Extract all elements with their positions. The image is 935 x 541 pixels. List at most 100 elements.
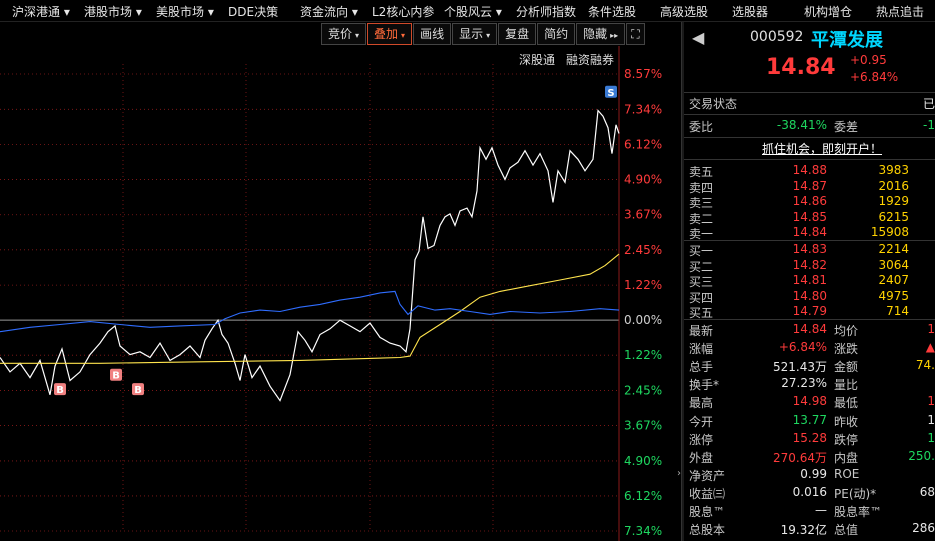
book-price: 14.85 bbox=[792, 209, 827, 224]
book-level-label: 买一 bbox=[689, 244, 714, 258]
stat-value: 1 bbox=[927, 412, 935, 427]
buy-marker-label: B bbox=[56, 385, 64, 396]
book-volume: 1929 bbox=[878, 194, 909, 208]
margin-trading-link[interactable]: 融资融券 bbox=[566, 51, 614, 68]
y-tick-label: 4.90% bbox=[624, 172, 662, 186]
buy-marker-label: B bbox=[134, 385, 142, 396]
menu-item-7[interactable]: 分析师指数 bbox=[516, 3, 576, 20]
stat-label: 内盘 bbox=[834, 450, 859, 465]
book-volume: 15908 bbox=[870, 225, 909, 239]
stat-value: 14.98 bbox=[792, 394, 827, 409]
intraday-chart[interactable]: 8.57% 7.34% 6.12% 4.90% 3.67% 2.45% 1.22% 0.00%… bbox=[0, 46, 681, 541]
y-tick-label: 1.22% bbox=[624, 278, 662, 292]
book-volume: 2016 bbox=[878, 178, 909, 193]
stats-row: 外盘 270.64万 内盘 250. bbox=[684, 449, 935, 467]
stat-label: 跌停 bbox=[834, 432, 859, 447]
stat-label: 净资产 bbox=[689, 468, 726, 483]
y-tick-label: 0.00% bbox=[624, 313, 662, 327]
open-account-promo-link[interactable]: 抓住机会，即刻开户！ bbox=[762, 140, 882, 157]
stats-row: 今开 13.77 昨收 1 bbox=[684, 413, 935, 431]
toolbar-button-5[interactable]: 简约 bbox=[537, 23, 576, 45]
divider bbox=[684, 137, 935, 138]
divider bbox=[684, 114, 935, 115]
divider bbox=[684, 240, 935, 241]
weicha-label: 委差 bbox=[834, 120, 859, 134]
stats-row: 换手* 27.23% 量比 bbox=[684, 376, 935, 394]
stat-label: 股息率™ bbox=[834, 505, 883, 519]
stat-label: 昨收 bbox=[834, 414, 859, 429]
weibi-label: 委比 bbox=[689, 120, 714, 134]
toolbar-button-0[interactable]: 竞价 ▾ bbox=[321, 23, 367, 45]
weibi-row: 委比 -38.41% 委差 -1 bbox=[684, 118, 935, 136]
y-tick-label: 1.22% bbox=[624, 348, 662, 362]
stat-label: ROE bbox=[834, 466, 860, 481]
menu-item-10[interactable]: 选股器 bbox=[732, 3, 768, 20]
expand-panel-arrow-icon[interactable]: › bbox=[677, 468, 685, 482]
y-tick-label: 2.45% bbox=[624, 243, 662, 257]
stat-value: 1 bbox=[927, 394, 935, 409]
stock-name: 平潭发展 bbox=[811, 30, 883, 51]
toolbar-button-1[interactable]: 叠加 ▾ bbox=[367, 23, 413, 45]
toolbar-button-4[interactable]: 复盘 bbox=[498, 23, 537, 45]
stat-value: 68 bbox=[919, 484, 935, 499]
stat-value: 13.77 bbox=[792, 412, 827, 427]
stat-label: PE(动)* bbox=[834, 486, 877, 501]
toolbar-button-label: 叠加 bbox=[374, 27, 399, 41]
toolbar-button-2[interactable]: 画线 bbox=[413, 23, 452, 45]
stat-label: 换手* bbox=[689, 378, 720, 393]
menu-item-9[interactable]: 高级选股 bbox=[660, 3, 708, 20]
stats-row: 总手 521.43万 金额 74. bbox=[684, 358, 935, 376]
stat-label: 金额 bbox=[834, 360, 859, 375]
y-tick-label: 6.12% bbox=[624, 489, 662, 503]
menu-item-11[interactable]: 机构增仓 bbox=[804, 3, 852, 20]
stock-code: 000592 bbox=[750, 29, 804, 45]
book-volume: 3064 bbox=[878, 257, 909, 272]
prev-stock-arrow-icon[interactable]: ◀ bbox=[692, 28, 704, 47]
menu-item-0[interactable]: 沪深港通 ▾ bbox=[12, 3, 70, 20]
y-tick-label: 8.57% bbox=[624, 67, 662, 81]
book-volume: 4975 bbox=[878, 288, 909, 303]
trade-status-label: 交易状态 bbox=[689, 97, 738, 111]
toolbar-button-label: 复盘 bbox=[505, 27, 530, 41]
toolbar-button-label: 显示 bbox=[459, 27, 484, 41]
stat-value: 19.32亿 bbox=[780, 523, 827, 538]
divider bbox=[684, 319, 935, 320]
sell-marker-label: S bbox=[607, 88, 614, 99]
book-price: 14.79 bbox=[792, 304, 827, 318]
book-volume: 2407 bbox=[878, 273, 909, 287]
toolbar-button-3[interactable]: 显示 ▾ bbox=[452, 23, 498, 45]
stat-value: 0.99 bbox=[800, 466, 827, 481]
menu-item-4[interactable]: 资金流向 ▾ bbox=[300, 3, 358, 20]
menu-item-12[interactable]: 热点追击 bbox=[876, 3, 924, 20]
divider bbox=[684, 159, 935, 160]
menu-item-8[interactable]: 条件选股 bbox=[588, 3, 636, 20]
dropdown-arrow-icon: ▾ bbox=[401, 31, 406, 40]
book-price: 14.86 bbox=[792, 194, 827, 208]
book-level-label: 买三 bbox=[689, 275, 714, 289]
stat-value: — bbox=[815, 503, 827, 517]
menu-item-3[interactable]: DDE决策 bbox=[228, 3, 278, 20]
sz-connect-link[interactable]: 深股通 bbox=[519, 51, 555, 68]
stat-value: 74. bbox=[915, 358, 935, 373]
toolbar-button-label: 简约 bbox=[544, 27, 569, 41]
price-series-line bbox=[0, 109, 620, 402]
menu-item-5[interactable]: L2核心内参 bbox=[372, 3, 434, 20]
stats-row: 涨停 15.28 跌停 1 bbox=[684, 431, 935, 449]
book-price: 14.88 bbox=[792, 163, 827, 177]
stat-label: 最新 bbox=[689, 324, 714, 338]
toolbar-button-6[interactable]: 隐藏 ▸▸ bbox=[576, 23, 626, 45]
y-tick-label: 7.34% bbox=[624, 102, 662, 116]
index-series-line bbox=[0, 290, 620, 333]
stat-label: 总值 bbox=[834, 523, 859, 538]
book-price: 14.80 bbox=[792, 288, 827, 303]
dropdown-arrow-icon: ▾ bbox=[486, 31, 491, 40]
book-volume: 6215 bbox=[878, 209, 909, 224]
fullscreen-icon[interactable]: ⛶ bbox=[626, 23, 645, 45]
menu-item-6[interactable]: 个股风云 ▾ bbox=[444, 3, 502, 20]
y-tick-label: 2.45% bbox=[624, 384, 662, 398]
book-level-label: 买四 bbox=[689, 290, 714, 305]
dropdown-arrow-icon: ▸▸ bbox=[610, 31, 619, 40]
menu-item-1[interactable]: 港股市场 ▾ bbox=[84, 3, 142, 20]
y-tick-label: 4.90% bbox=[624, 454, 662, 468]
menu-item-2[interactable]: 美股市场 ▾ bbox=[156, 3, 214, 20]
